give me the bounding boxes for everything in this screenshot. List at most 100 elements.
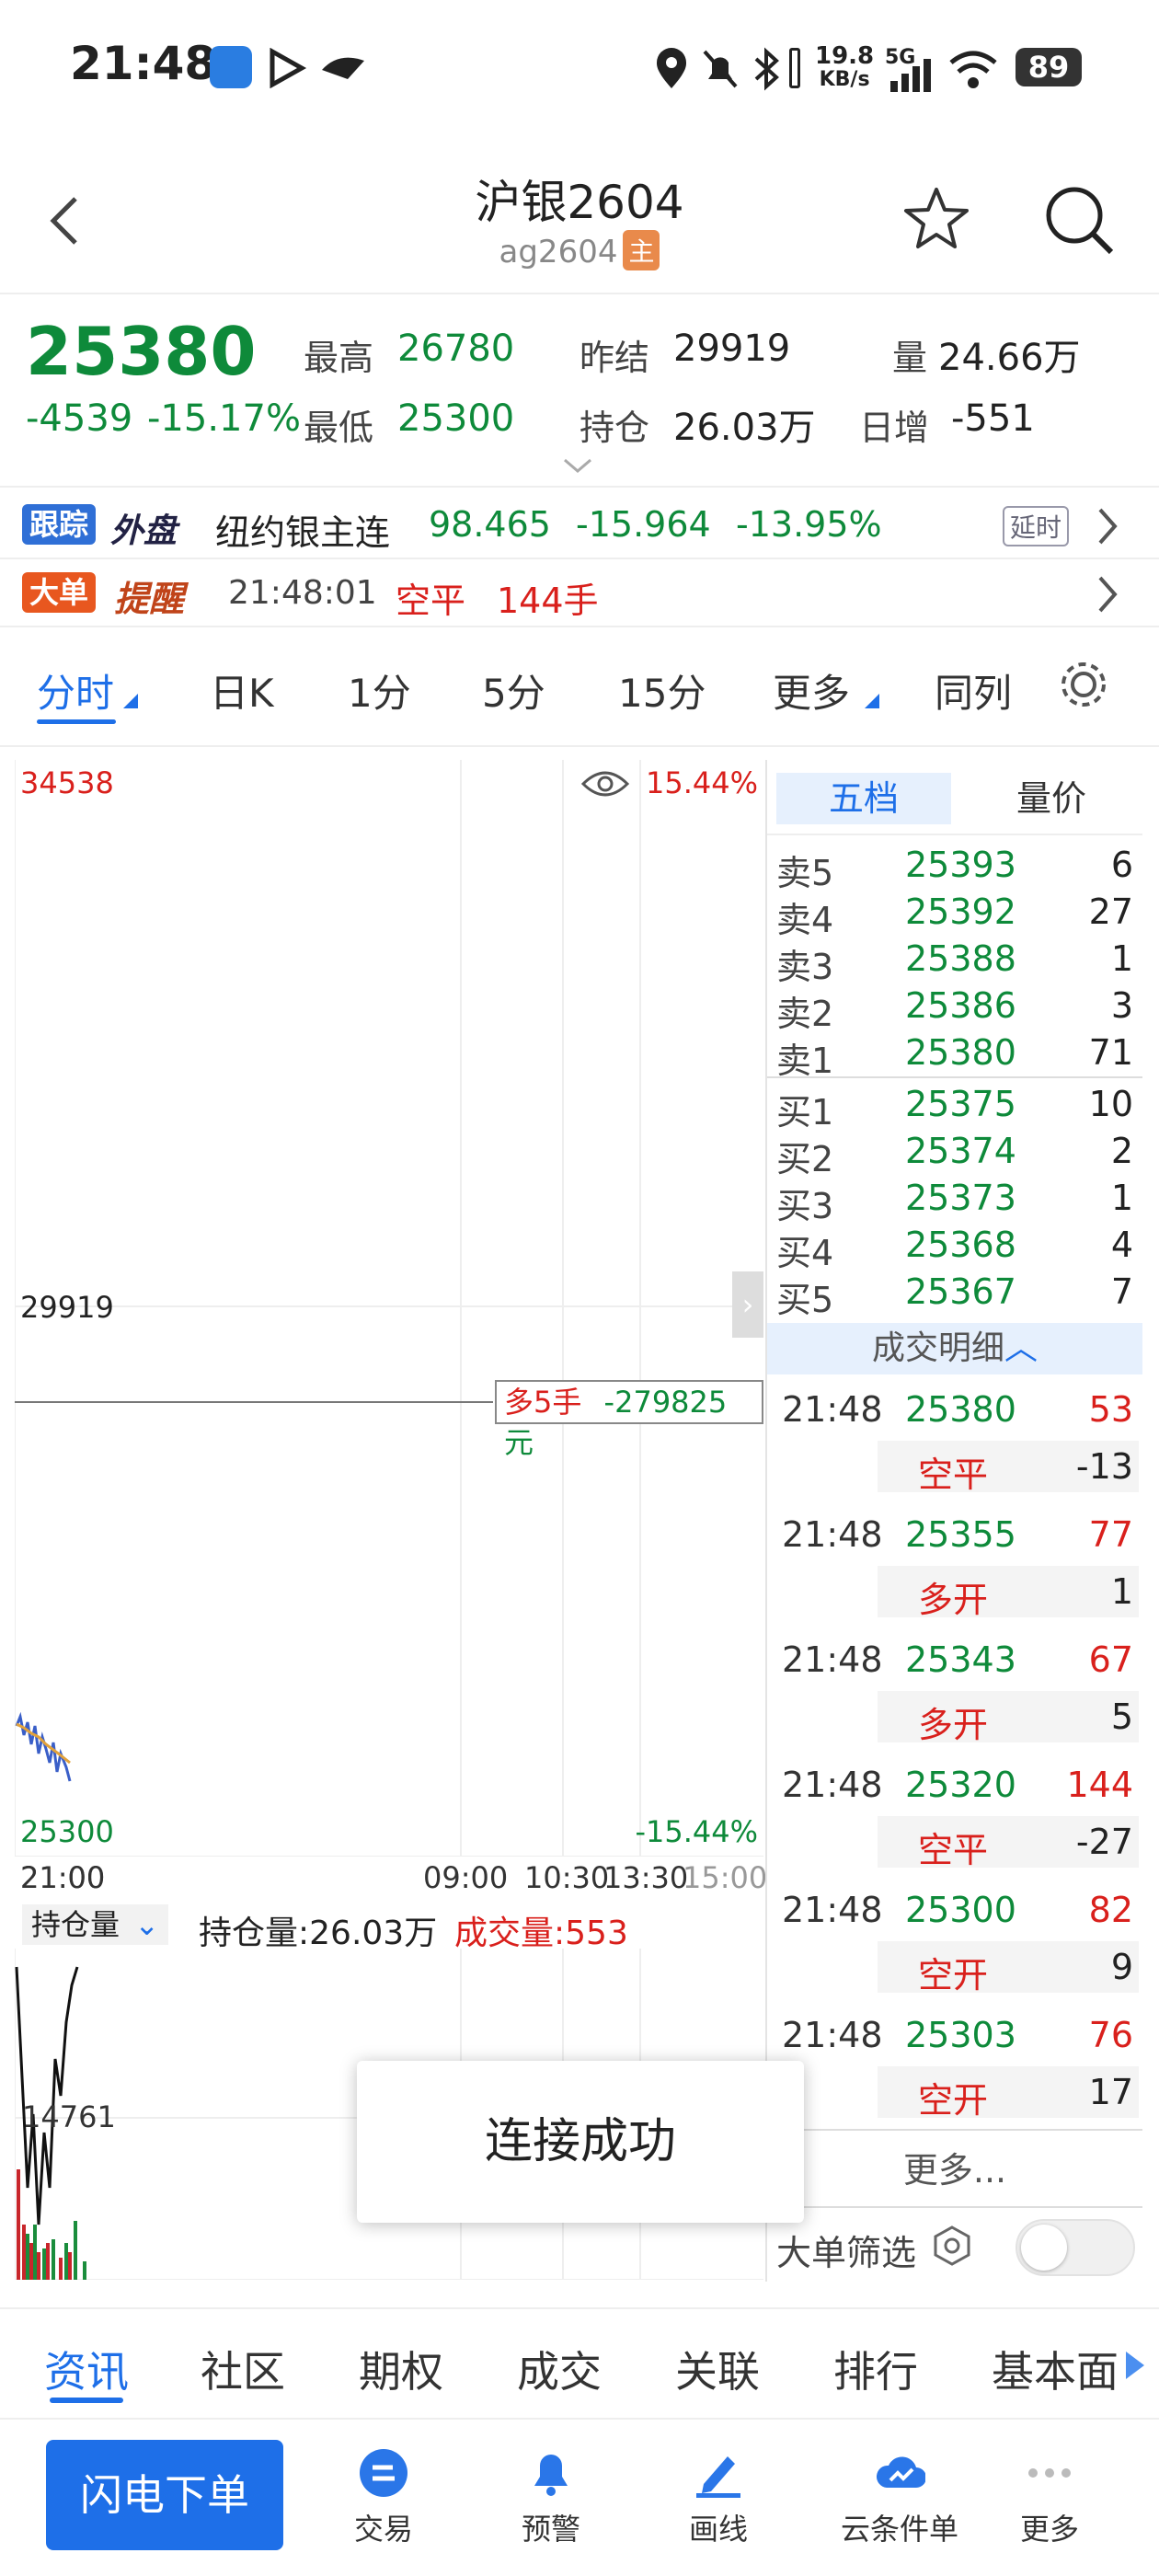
- dropdown-corner-icon: [123, 694, 138, 708]
- trade-sub-row: 空平 -27: [878, 1816, 1139, 1870]
- prev-settle-value: 29919: [673, 328, 791, 370]
- low-label: 最低: [304, 408, 374, 448]
- trade-price: 25300: [905, 1890, 1016, 1930]
- big-order-alert-banner[interactable]: 大单 提醒 21:48:01 空平 144手: [0, 559, 1159, 627]
- nav-alert[interactable]: 预警: [491, 2447, 611, 2548]
- expand-chevron-icon[interactable]: [561, 456, 594, 477]
- contract-code-line: ag2604 主: [0, 230, 1159, 270]
- outer-market-banner[interactable]: 跟踪 外盘 纽约银主连 98.465 -15.964 -13.95% 延时: [0, 491, 1159, 559]
- status-time: 21:48: [70, 37, 217, 90]
- daily-inc-label: 日增: [859, 408, 930, 448]
- trade-oi-change: 1: [1110, 1571, 1133, 1612]
- filter-toggle[interactable]: [1016, 2219, 1135, 2276]
- bid-level-row[interactable]: 买2 25374 2: [767, 1131, 1142, 1179]
- trade-time: 21:48: [782, 1514, 883, 1555]
- wifi-icon: [949, 51, 997, 88]
- bid-level-row[interactable]: 买3 25373 1: [767, 1178, 1142, 1226]
- trade-type: 空开: [918, 2080, 989, 2121]
- more-trades-link[interactable]: 更多...: [767, 2129, 1142, 2208]
- track-tag: 跟踪: [22, 504, 97, 545]
- star-icon[interactable]: [901, 184, 971, 254]
- trade-detail-header[interactable]: 成交明细︿: [767, 1323, 1142, 1374]
- ask-level-label: 卖5: [776, 853, 834, 893]
- bid-level-row[interactable]: 买5 25367 7: [767, 1271, 1142, 1320]
- position-tag[interactable]: 多5手 -279825元: [495, 1380, 763, 1460]
- title-bar: 沪银2604 ag2604 主: [0, 138, 1159, 294]
- tab-daily-k[interactable]: 日K: [210, 662, 274, 719]
- trade-oi-change: 17: [1088, 2072, 1133, 2112]
- expand-side-handle[interactable]: ›: [732, 1271, 763, 1338]
- ask-level-volume: 71: [1088, 1032, 1133, 1073]
- tab-options[interactable]: 期权: [359, 2339, 443, 2399]
- outer-price: 98.465: [429, 504, 551, 545]
- ask-level-row[interactable]: 卖2 25386 3: [767, 985, 1142, 1034]
- ask-level-row[interactable]: 卖1 25380 71: [767, 1032, 1142, 1081]
- nav-trade[interactable]: 交易: [324, 2447, 443, 2548]
- trade-volume: 53: [1088, 1389, 1133, 1430]
- trade-row: 21:48 25300 82 空开 9: [767, 1879, 1142, 2004]
- search-icon[interactable]: [1043, 184, 1117, 258]
- alert-tag: 提醒: [114, 579, 185, 619]
- trade-volume: 76: [1088, 2015, 1133, 2055]
- filter-gear-icon[interactable]: [931, 2225, 973, 2267]
- trade-type: 空平: [918, 1455, 989, 1495]
- chart-bottom-price: 25300: [20, 1814, 114, 1849]
- tab-trades[interactable]: 成交: [517, 2339, 602, 2399]
- trade-sub-row: 空平 -13: [878, 1441, 1139, 1495]
- ask-level-row[interactable]: 卖3 25388 1: [767, 938, 1142, 987]
- oi-value: 26.03万: [673, 407, 816, 449]
- trade-price: 25380: [905, 1389, 1016, 1430]
- bid-level-label: 买2: [776, 1139, 834, 1179]
- nav-more[interactable]: 更多: [990, 2447, 1109, 2548]
- vol-axis-label: 14761: [22, 2099, 116, 2134]
- trade-row: 21:48 25320 144 空平 -27: [767, 1754, 1142, 1879]
- trade-volume: 67: [1088, 1639, 1133, 1680]
- big-order-filter: 大单筛选: [767, 2208, 1142, 2282]
- tab-intraday[interactable]: 分时: [37, 662, 114, 719]
- tab-5min[interactable]: 5分: [482, 662, 545, 719]
- tab-1min[interactable]: 1分: [348, 662, 411, 719]
- scroll-right-icon[interactable]: [1124, 2350, 1146, 2381]
- nav-draw[interactable]: 画线: [659, 2447, 778, 2548]
- filter-toggle-knob: [1021, 2225, 1067, 2271]
- trade-sub-row: 多开 5: [878, 1691, 1139, 1745]
- daily-inc-value: -551: [951, 397, 1035, 440]
- bid-level-row[interactable]: 买4 25368 4: [767, 1225, 1142, 1273]
- ask-level-label: 卖1: [776, 1041, 834, 1081]
- intraday-chart[interactable]: 34538 15.44% 29919 多5手 -279825元 › 25300 …: [15, 760, 763, 1895]
- trade-price: 25355: [905, 1514, 1016, 1555]
- time-label-1030: 10:30: [524, 1860, 610, 1895]
- tab-ranking[interactable]: 排行: [833, 2339, 918, 2399]
- tab-news[interactable]: 资讯: [44, 2339, 129, 2399]
- ask-level-price: 25388: [905, 938, 1016, 979]
- high-value: 26780: [397, 328, 515, 370]
- high-label: 最高: [304, 338, 374, 378]
- vol-selector[interactable]: 持仓量 ⌄: [22, 1904, 168, 1945]
- eye-icon[interactable]: [581, 767, 629, 800]
- flash-order-button[interactable]: 闪电下单: [46, 2440, 283, 2550]
- orderbook-border: [765, 760, 767, 2282]
- settings-gear-icon[interactable]: [1058, 659, 1109, 710]
- trade-row: 21:48 25355 77 多开 1: [767, 1503, 1142, 1628]
- ask-level-label: 卖2: [776, 994, 834, 1034]
- more-dots-icon: [1028, 2468, 1071, 2478]
- bid-level-row[interactable]: 买1 25375 10: [767, 1084, 1142, 1133]
- ask-level-row[interactable]: 卖5 25393 6: [767, 845, 1142, 893]
- tab-fundamentals[interactable]: 基本面: [992, 2339, 1130, 2399]
- chevron-up-icon: ︿: [1004, 1329, 1039, 1367]
- tab-15min[interactable]: 15分: [618, 662, 706, 719]
- tab-community[interactable]: 社区: [201, 2339, 285, 2399]
- tab-related[interactable]: 关联: [675, 2339, 760, 2399]
- chart-bottom-pct: -15.44%: [635, 1814, 758, 1849]
- trade-time: 21:48: [782, 1639, 883, 1680]
- trade-icon: [360, 2449, 407, 2497]
- bid-level-volume: 1: [1110, 1178, 1133, 1218]
- tab-more[interactable]: 更多: [773, 662, 850, 719]
- nav-cloud-order-label: 云条件单: [840, 2512, 958, 2547]
- tab-volume-price[interactable]: 量价: [973, 773, 1130, 824]
- tab-five-levels[interactable]: 五档: [776, 773, 951, 824]
- ask-level-row[interactable]: 卖4 25392 27: [767, 891, 1142, 940]
- tab-compare[interactable]: 同列: [935, 662, 1012, 719]
- app-icon: [322, 57, 364, 79]
- nav-cloud-order[interactable]: 云条件单: [826, 2447, 973, 2548]
